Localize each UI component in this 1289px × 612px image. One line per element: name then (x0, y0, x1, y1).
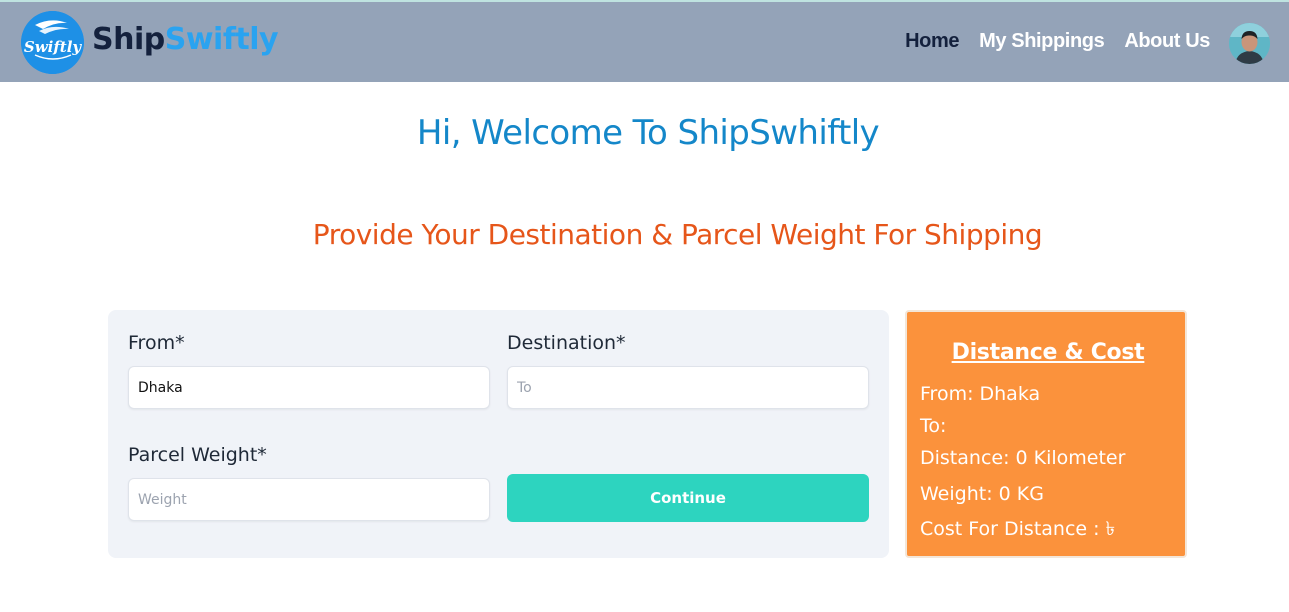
summary-distance: Distance: 0 Kilometer (920, 447, 1126, 469)
welcome-heading: Hi, Welcome To ShipSwhiftly (416, 113, 880, 153)
shipping-subtitle: Provide Your Destination & Parcel Weight… (312, 218, 1043, 251)
summary-from: From: Dhaka (920, 383, 1041, 405)
brand-name[interactable]: ShipSwiftly (92, 22, 279, 57)
weight-input[interactable] (128, 478, 490, 521)
destination-input[interactable] (507, 366, 869, 409)
summary-title: Distance & Cost (951, 340, 1145, 365)
from-input[interactable] (128, 366, 490, 409)
brand-logo-icon[interactable]: Swiftly (21, 11, 84, 74)
continue-button[interactable]: Continue (507, 474, 869, 522)
navbar: Swiftly ShipSwiftly Home My Shippings Ab… (0, 0, 1289, 82)
brand-name-part2: Swiftly (164, 22, 279, 57)
summary-cost: Cost For Distance : ৳ (920, 518, 1116, 540)
nav-home-link[interactable]: Home (905, 30, 959, 53)
summary-to: To: (920, 415, 947, 437)
summary-weight: Weight: 0 KG (920, 483, 1044, 505)
user-avatar[interactable] (1229, 23, 1270, 64)
distance-cost-card: Distance & Cost From: Dhaka To: Distance… (905, 310, 1187, 558)
user-avatar-icon (1229, 23, 1270, 64)
destination-label: Destination* (507, 332, 626, 354)
brand-name-part1: Ship (92, 22, 165, 57)
logo-badge-text: Swiftly (24, 38, 83, 56)
nav-my-shippings-link[interactable]: My Shippings (979, 30, 1105, 53)
parcel-weight-label: Parcel Weight* (128, 444, 267, 466)
shipping-form: From* Destination* Parcel Weight* Contin… (108, 310, 889, 558)
nav-links: Home My Shippings About Us (905, 30, 1210, 53)
nav-about-us-link[interactable]: About Us (1124, 30, 1210, 53)
from-label: From* (128, 332, 185, 354)
